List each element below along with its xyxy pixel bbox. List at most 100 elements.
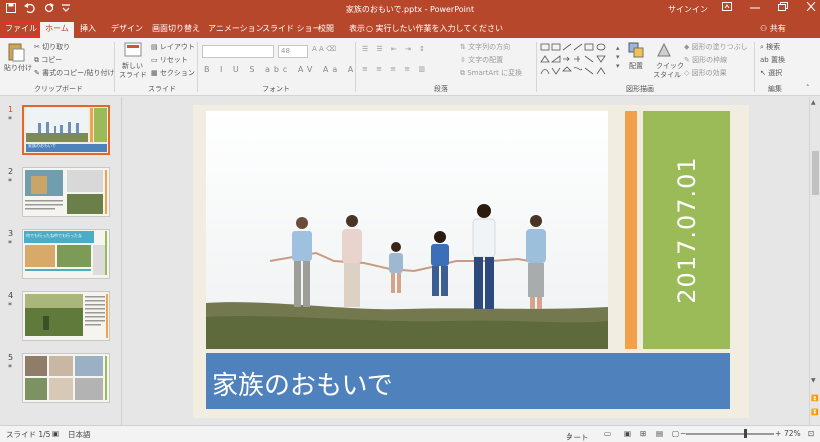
shapes-gallery[interactable] xyxy=(540,42,615,80)
tab-home[interactable]: ホーム xyxy=(40,22,74,38)
reading-view-icon[interactable]: ▤ xyxy=(656,429,663,438)
brush-icon: ✎ xyxy=(34,69,43,77)
font-size-field[interactable]: 48 xyxy=(278,45,308,58)
tab-slideshow[interactable]: スライド ショー xyxy=(262,23,321,35)
editing-group-label: 編集 xyxy=(768,85,782,93)
previous-slide-icon[interactable]: ⏫ xyxy=(811,395,818,402)
tell-me-text: 実行したい作業を入力してください xyxy=(375,24,504,33)
grow-shrink-font-icons[interactable]: A A ⌫ xyxy=(312,45,336,54)
tab-transitions[interactable]: 画面切り替え xyxy=(152,23,200,35)
slide-thumbnail-4[interactable] xyxy=(22,291,110,341)
text-direction-label: 文字列の方向 xyxy=(468,43,511,51)
scroll-up-arrow-icon[interactable]: ▲ xyxy=(811,99,816,106)
slide-counter: スライド 1/5 xyxy=(6,430,51,439)
paste-button[interactable]: 貼り付け xyxy=(4,64,32,73)
ribbon-display-icon[interactable] xyxy=(722,2,732,14)
minimize-icon[interactable] xyxy=(750,2,760,14)
zoom-in-icon[interactable]: + xyxy=(775,429,781,438)
thumb-star: * xyxy=(8,239,12,248)
copy-button[interactable]: ⧉ コピー xyxy=(34,56,62,65)
shape-effects-button[interactable]: ◇ 図形の効果 xyxy=(684,69,727,78)
tab-animations[interactable]: アニメーション xyxy=(208,23,264,35)
arrange-icon[interactable] xyxy=(628,42,644,58)
scroll-down-arrow-icon[interactable]: ▼ xyxy=(811,377,816,384)
tab-review[interactable]: 校閲 xyxy=(318,23,334,35)
format-painter-button[interactable]: ✎ 書式のコピー/貼り付け xyxy=(34,69,114,78)
thumb-star: * xyxy=(8,115,12,124)
language-indicator[interactable]: 日本語 xyxy=(68,429,91,440)
date-textbox[interactable]: 2017.07.01 xyxy=(643,111,730,349)
zoom-level[interactable]: 72% xyxy=(784,429,801,438)
quick-styles-label-1[interactable]: クイック xyxy=(656,62,684,71)
replace-button[interactable]: ab 置換 xyxy=(760,56,785,65)
paragraph-group-label: 段落 xyxy=(434,85,448,93)
slide-sorter-icon[interactable]: ⊞ xyxy=(640,429,646,438)
select-label: 選択 xyxy=(768,69,783,77)
tab-design[interactable]: デザイン xyxy=(111,23,143,35)
tab-insert[interactable]: 挿入 xyxy=(80,23,96,35)
select-button[interactable]: ↖ 選択 xyxy=(760,69,782,78)
slideshow-icon[interactable]: ▢ xyxy=(672,429,679,438)
zoom-slider[interactable] xyxy=(686,433,774,435)
slide-date: 2017.07.01 xyxy=(672,156,701,304)
family-photo[interactable] xyxy=(206,111,608,349)
new-slide-icon[interactable] xyxy=(124,42,142,58)
slide-thumbnail-3[interactable]: 何でも行ったね中でも行ったな xyxy=(22,229,110,279)
slide-thumbnail-1[interactable]: 家族のおもいで xyxy=(22,105,110,155)
font-style-icons[interactable]: B I U S abc AV Aa A xyxy=(204,65,357,74)
shapes-scroll-icon[interactable]: ▴ ▾ ▾ xyxy=(616,44,620,71)
find-label: 検索 xyxy=(766,43,781,51)
reset-button[interactable]: ▭ リセット xyxy=(151,56,188,65)
pen-icon: ✎ xyxy=(684,56,693,64)
thumb-number: 2 xyxy=(8,167,14,176)
tab-view[interactable]: 表示 xyxy=(349,23,365,35)
align-text-button[interactable]: ⇳ 文字の配置 xyxy=(460,56,503,65)
copy-label: コピー xyxy=(41,56,63,64)
find-button[interactable]: ⌕ 検索 xyxy=(760,43,780,52)
fit-slide-icon[interactable]: ⊡ xyxy=(808,429,814,438)
text-direction-button[interactable]: ⇅ 文字列の方向 xyxy=(460,43,510,52)
paste-icon[interactable] xyxy=(8,42,26,62)
shape-fill-button[interactable]: ◆ 図形の塗りつぶし xyxy=(684,43,748,52)
vertical-scrollbar[interactable]: ▲ ▼ ⏫ ⏬ xyxy=(809,97,820,425)
sign-in-link[interactable]: サインイン xyxy=(668,4,708,15)
slide-thumbnail-2[interactable] xyxy=(22,167,110,217)
share-button[interactable]: ⚇ 共有 xyxy=(760,23,786,34)
ribbon-separator xyxy=(754,42,755,92)
cut-button[interactable]: ✂ 切り取り xyxy=(34,43,70,52)
next-slide-icon[interactable]: ⏬ xyxy=(811,409,818,416)
restore-icon[interactable] xyxy=(778,2,788,14)
title-placeholder[interactable]: 家族のおもいで xyxy=(206,353,730,409)
quick-styles-label-2[interactable]: スタイル xyxy=(653,71,681,80)
shape-outline-button[interactable]: ✎ 図形の枠線 xyxy=(684,56,727,65)
font-name-field[interactable] xyxy=(202,45,274,58)
powerpoint-window: 家族のおもいで.pptx - PowerPoint サインイン ファイル ホーム… xyxy=(0,0,820,442)
current-slide[interactable]: 2017.07.01 家族のおもいで xyxy=(193,105,749,418)
normal-view-icon[interactable]: ▣ xyxy=(624,429,631,438)
close-icon[interactable] xyxy=(806,1,816,14)
slide-thumbnail-5[interactable] xyxy=(22,353,110,403)
window-controls xyxy=(722,1,816,14)
reset-label: リセット xyxy=(159,56,188,64)
new-slide-label-2[interactable]: スライド xyxy=(119,71,147,80)
thumb-caption: 何でも行ったね中でも行ったな xyxy=(26,233,82,238)
zoom-slider-knob[interactable] xyxy=(744,429,747,438)
list-icons[interactable]: ☰ ☰ ⇤ ⇥ ↕ xyxy=(362,45,428,54)
alignment-icons[interactable]: ≡ ≡ ≡ ≡ ▥ xyxy=(362,65,428,74)
shape-effects-label: 図形の効果 xyxy=(691,69,727,77)
tell-me-box[interactable]: ○ 実行したい作業を入力してください xyxy=(366,23,503,34)
smartart-button[interactable]: ⧉ SmartArt に変換 xyxy=(460,69,522,78)
notes-label: ノート xyxy=(566,433,589,442)
layout-button[interactable]: ▤ レイアウト xyxy=(151,43,195,52)
tab-file[interactable]: ファイル xyxy=(2,21,40,37)
arrange-button[interactable]: 配置 xyxy=(629,62,643,71)
quick-styles-icon[interactable] xyxy=(656,42,672,58)
spellcheck-icon[interactable]: ▣ xyxy=(52,429,59,438)
cut-label: 切り取り xyxy=(42,43,71,51)
comments-icon[interactable]: ▭ xyxy=(604,429,611,438)
new-slide-label-1[interactable]: 新しい xyxy=(122,62,143,71)
scrollbar-thumb[interactable] xyxy=(812,151,819,195)
lightbulb-icon: ○ xyxy=(366,24,376,33)
collapse-ribbon-icon[interactable]: ˄ xyxy=(806,84,810,93)
section-button[interactable]: ▦ セクション xyxy=(151,69,195,78)
